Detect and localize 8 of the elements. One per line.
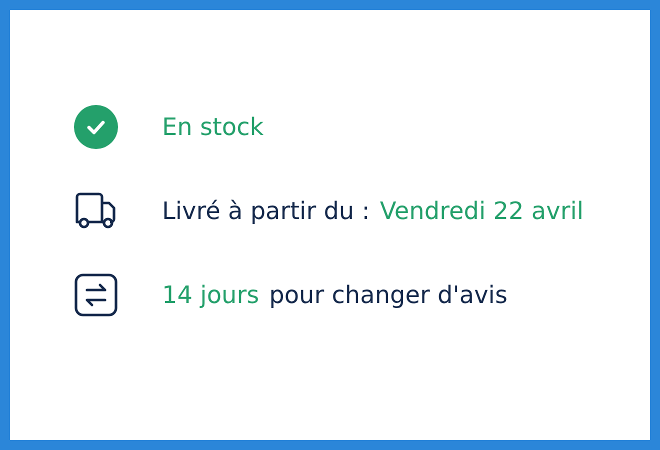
truck-icon xyxy=(74,191,118,231)
info-text: En stock xyxy=(162,113,264,141)
info-text: 14 jours xyxy=(162,281,260,309)
info-text: Livré à partir du : xyxy=(162,197,370,225)
exchange-icon xyxy=(74,273,118,317)
check-icon xyxy=(74,105,118,149)
info-text: pour changer d'avis xyxy=(269,281,508,309)
info-text: Vendredi 22 avril xyxy=(380,197,584,225)
